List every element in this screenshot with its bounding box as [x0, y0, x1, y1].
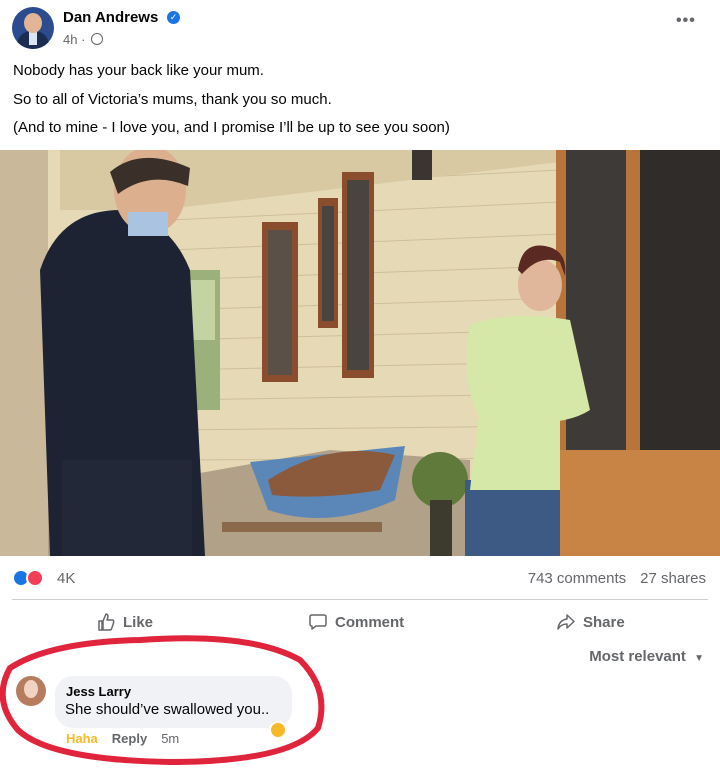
comment-button[interactable]: Comment: [308, 611, 404, 633]
commenter-avatar[interactable]: [16, 676, 46, 706]
comment-actions: Haha Reply 5m: [66, 731, 193, 746]
verified-badge-icon: ✓: [167, 11, 180, 24]
share-label: Share: [583, 613, 625, 631]
reaction-count[interactable]: 4K: [57, 570, 75, 587]
comment-sort-dropdown[interactable]: Most relevant ▼: [589, 648, 704, 665]
author-name[interactable]: Dan Andrews: [63, 9, 158, 26]
shares-count[interactable]: 27 shares: [640, 570, 706, 587]
share-icon: [557, 614, 575, 630]
comment-icon: [309, 614, 327, 630]
haha-reaction-link[interactable]: Haha: [66, 731, 98, 746]
caret-down-icon: ▼: [694, 653, 704, 664]
post-text-line: So to all of Victoria’s mums, thank you …: [13, 91, 332, 108]
commenter-name[interactable]: Jess Larry: [66, 684, 131, 699]
globe-icon: [91, 33, 103, 45]
comment-time[interactable]: 5m: [161, 731, 179, 746]
post-stats: 743 comments 27 shares: [514, 570, 706, 587]
comments-count[interactable]: 743 comments: [528, 570, 626, 587]
reply-link[interactable]: Reply: [112, 731, 147, 746]
post-text-line: (And to mine - I love you, and I promise…: [13, 119, 450, 136]
comment-text: She should’ve swallowed you..: [65, 701, 270, 718]
post-timestamp[interactable]: 4h ·: [63, 32, 85, 47]
post-text-line: Nobody has your back like your mum.: [13, 62, 264, 79]
like-button[interactable]: Like: [96, 611, 153, 633]
sort-label: Most relevant: [589, 648, 686, 665]
post-video[interactable]: [0, 150, 720, 556]
haha-reaction-icon[interactable]: [269, 721, 287, 739]
share-button[interactable]: Share: [556, 611, 625, 633]
thumbs-up-icon: [98, 613, 115, 631]
divider: [12, 599, 708, 600]
author-avatar[interactable]: [12, 7, 54, 49]
love-reaction-icon: [26, 569, 44, 587]
more-options-button[interactable]: •••: [676, 12, 696, 30]
like-label: Like: [123, 613, 154, 631]
comment-label: Comment: [335, 613, 405, 631]
